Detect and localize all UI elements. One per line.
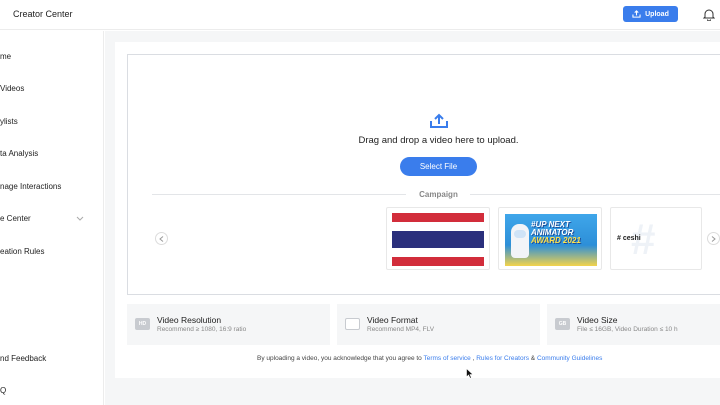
- requirement-size: GB Video Size File ≤ 16GB, Video Duratio…: [547, 304, 720, 345]
- sidebar-item-videos[interactable]: Videos: [0, 84, 24, 93]
- campaign-divider-right: [470, 194, 720, 195]
- ceshi-title: # ceshi: [617, 235, 641, 242]
- gb-icon: GB: [555, 318, 570, 330]
- bell-icon[interactable]: [703, 8, 715, 21]
- hd-icon: HD: [135, 318, 150, 330]
- sidebar-item-creation-rules[interactable]: eation Rules: [0, 247, 44, 256]
- sidebar-item-data-analysis[interactable]: ta Analysis: [0, 149, 38, 158]
- sidebar-item-creative-center[interactable]: e Center: [0, 214, 31, 223]
- rules-for-creators-link[interactable]: Rules for Creators: [476, 355, 529, 362]
- carousel-next-button[interactable]: [707, 232, 720, 245]
- chevron-down-icon[interactable]: [76, 216, 84, 221]
- thailand-flag-image: [392, 213, 484, 266]
- carousel-prev-button[interactable]: [155, 232, 168, 245]
- upload-icon: [430, 113, 448, 128]
- sidebar-item-feedback[interactable]: nd Feedback: [0, 354, 46, 363]
- select-file-button[interactable]: Select File: [400, 157, 477, 176]
- campaign-card-thailand[interactable]: [386, 207, 490, 270]
- sidebar-item-faq[interactable]: Q: [0, 386, 6, 395]
- requirement-resolution: HD Video Resolution Recommend ≥ 1080, 16…: [127, 304, 330, 345]
- sidebar-item-manage-interactions[interactable]: nage Interactions: [0, 182, 61, 191]
- chevron-left-icon: [159, 235, 164, 242]
- sidebar-item-playlists[interactable]: ylists: [0, 117, 18, 126]
- requirement-detail: File ≤ 16GB, Video Duration ≤ 10 h: [577, 326, 678, 333]
- requirement-detail: Recommend MP4, FLV: [367, 326, 435, 333]
- requirement-title: Video Size: [577, 315, 618, 325]
- campaign-card-ceshi[interactable]: # # ceshi: [610, 207, 702, 270]
- campaign-label: Campaign: [419, 190, 458, 199]
- campaign-card-animator-award[interactable]: #UP NEXT ANIMATOR AWARD 2021: [498, 207, 602, 270]
- video-file-icon: [345, 318, 360, 330]
- app-title: Creator Center: [13, 9, 73, 19]
- drag-drop-instruction: Drag and drop a video here to upload.: [358, 135, 519, 146]
- terms-of-service-link[interactable]: Terms of service: [423, 355, 470, 362]
- upload-button-label: Upload: [645, 10, 669, 18]
- top-bar: Creator Center Upload: [0, 0, 720, 30]
- requirement-title: Video Format: [367, 315, 418, 325]
- sidebar: me Videos ylists ta Analysis nage Intera…: [0, 31, 104, 405]
- animator-award-image: #UP NEXT ANIMATOR AWARD 2021: [505, 214, 597, 266]
- animator-award-text: #UP NEXT ANIMATOR AWARD 2021: [531, 220, 581, 245]
- sidebar-item-home[interactable]: me: [0, 52, 11, 61]
- requirement-detail: Recommend ≥ 1080, 16:9 ratio: [157, 326, 247, 333]
- requirement-format: Video Format Recommend MP4, FLV: [337, 304, 540, 345]
- agreement-text: By uploading a video, you acknowledge th…: [257, 355, 603, 362]
- upload-button[interactable]: Upload: [623, 6, 678, 22]
- requirement-title: Video Resolution: [157, 315, 222, 325]
- community-guidelines-link[interactable]: Community Guidelines: [537, 355, 602, 362]
- campaign-divider-left: [152, 194, 406, 195]
- mouse-cursor-icon: [466, 368, 474, 379]
- cloud-upload-icon: [632, 10, 641, 18]
- chevron-right-icon: [711, 235, 716, 242]
- mascot-figure: [511, 224, 529, 258]
